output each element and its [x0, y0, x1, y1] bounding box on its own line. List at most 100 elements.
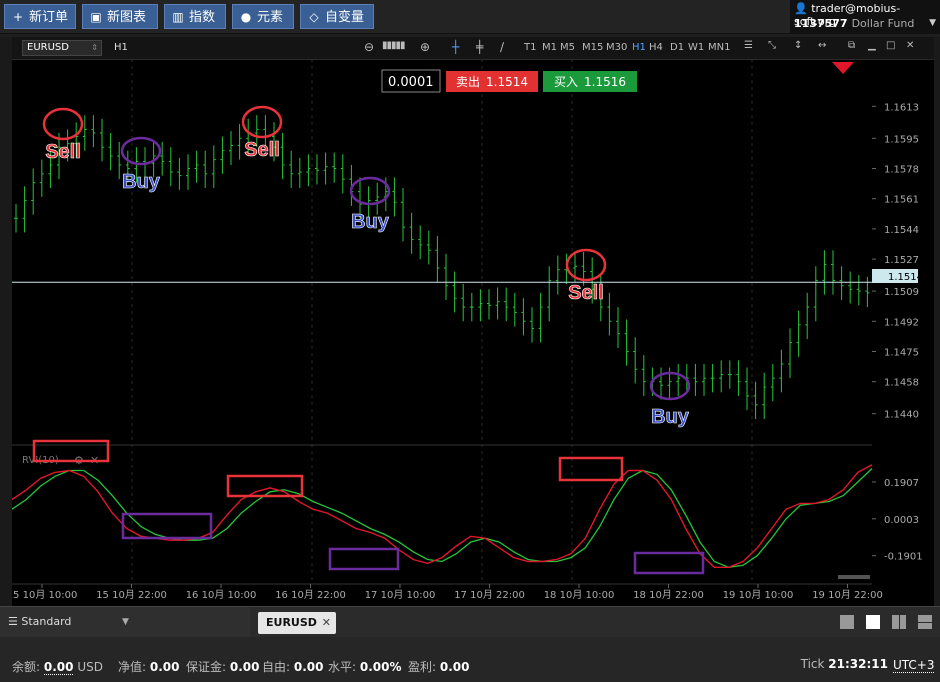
price-bar [91, 115, 96, 148]
price-bar [796, 310, 801, 357]
price-bar [160, 141, 165, 176]
zoom-out-icon[interactable]: ⊖ [364, 40, 374, 54]
timeframe-m5[interactable]: M5 [560, 42, 575, 53]
close-icon[interactable]: ✕ [906, 40, 914, 51]
zoom-slider[interactable]: ▮▮▮▮▮ [382, 40, 405, 51]
account-panel[interactable]: 👤 trader@mobius-soft.org 1137577 Dollar F… [790, 0, 940, 33]
price-bar [504, 287, 509, 322]
minimize-icon[interactable]: ▁ [868, 40, 876, 51]
price-bar [452, 271, 457, 313]
timezone-select[interactable]: UTC+3 [893, 658, 935, 673]
price-bar [332, 152, 337, 183]
lot-value: 0.0001 [388, 75, 434, 90]
price-bar [710, 363, 715, 393]
y-tick-label: 1.1527 [884, 255, 919, 266]
variables-button[interactable]: ◇ 自变量 [300, 4, 374, 29]
price-bar [512, 292, 517, 327]
price-bar [280, 132, 285, 180]
y-tick-label: 1.1509 [884, 287, 919, 298]
tab-eurusd[interactable]: EURUSD ✕ [258, 612, 336, 634]
timeframe-m15[interactable]: M15 [582, 42, 603, 53]
indicator-list-icon[interactable]: ☰ [744, 40, 753, 51]
y-tick-label: 1.1544 [884, 225, 919, 236]
timeframe-w1[interactable]: W1 [688, 42, 704, 53]
price-bar [831, 250, 835, 295]
close-tab-icon[interactable]: ✕ [322, 612, 331, 634]
timeframe-t1[interactable]: T1 [524, 42, 536, 53]
x-tick-label: 15 10月 10:00 [12, 589, 77, 601]
rvi-main-line [12, 464, 873, 568]
price-bar [177, 157, 182, 190]
sell-circle [565, 248, 607, 282]
price-chart[interactable]: 1.1613 1.1595 1.1578 1.1561 1.1544 1.1527 1.15… [12, 59, 934, 606]
timeframe-h1[interactable]: H1 [632, 42, 646, 53]
line-type-icon[interactable]: ∕ [500, 40, 504, 54]
x-tick-label: 18 10月 10:00 [544, 589, 615, 601]
price-bar [788, 328, 792, 379]
left-panel-edge[interactable] [0, 37, 12, 606]
buy-zone-box [633, 551, 705, 575]
price-bar [495, 287, 500, 320]
layout-vertical-icon[interactable] [892, 615, 906, 629]
sell-label: Sell [244, 139, 280, 161]
price-bar [108, 132, 113, 171]
sell-button[interactable]: 卖出 1.1514 [446, 71, 538, 92]
layout-single-icon[interactable] [840, 615, 854, 629]
price-bar [297, 157, 302, 189]
y-tick-label: 1.1458 [884, 378, 919, 389]
zoom-in-icon[interactable]: ⊕ [420, 40, 430, 54]
vertical-line-icon[interactable]: ↕ [794, 40, 802, 51]
sell-zone-box [226, 474, 304, 498]
chevron-down-icon[interactable]: ▼ [929, 18, 936, 28]
template-select[interactable]: ☰ Standard ▼ [0, 607, 250, 637]
price-bar [813, 266, 818, 322]
timeframe-h4[interactable]: H4 [649, 42, 663, 53]
price-bar [39, 159, 44, 197]
rvi-tick-label: 0.0003 [884, 515, 919, 526]
layout-grid-icon[interactable] [866, 615, 880, 629]
y-tick-label: 1.1613 [884, 102, 919, 113]
price-bar [426, 230, 431, 265]
new-order-button[interactable]: + 新订单 [4, 4, 76, 29]
price-bar [444, 253, 448, 300]
price-bar [547, 266, 552, 322]
buy-button[interactable]: 买入 1.1516 [543, 71, 637, 92]
layout-horizontal-icon[interactable] [918, 615, 932, 629]
user-icon: 👤 [794, 2, 808, 15]
chart-toolbar: EURUSD ⇕ H1 ⊖ ▮▮▮▮▮ ⊕ ┼ ╪ ∕ T1 M1 M5 M15 M30 H… [12, 37, 934, 60]
price-bar [487, 289, 491, 320]
price-bar [530, 307, 534, 343]
x-tick-label: 16 10月 10:00 [186, 589, 257, 601]
svg-text:买入: 买入 [554, 75, 578, 89]
chart-period: H1 [114, 42, 128, 53]
right-panel-edge[interactable] [934, 37, 940, 606]
price-bar [220, 136, 225, 174]
price-bar [186, 154, 190, 190]
popout-icon[interactable]: ⧉ [848, 40, 855, 51]
price-bar [607, 292, 612, 336]
horizontal-line-icon[interactable]: ↔ [818, 40, 826, 51]
timeframe-mn1[interactable]: MN1 [708, 42, 730, 53]
price-bar [676, 363, 681, 396]
x-tick-label: 17 10月 10:00 [365, 589, 436, 601]
timeframe-m30[interactable]: M30 [606, 42, 627, 53]
alert-marker-icon [832, 62, 854, 74]
new-chart-button[interactable]: ▣ 新图表 [82, 4, 158, 29]
crosshair-icon[interactable]: ⤡ [768, 40, 776, 51]
h-scrollbar[interactable] [838, 575, 870, 579]
elements-button[interactable]: ● 元素 [232, 4, 294, 29]
timeframe-m1[interactable]: M1 [542, 42, 557, 53]
bar-type-icon[interactable]: ┼ [452, 40, 459, 54]
shapes-icon: ● [240, 10, 252, 24]
sell-zone-box [558, 456, 624, 482]
indicators-button[interactable]: ▥ 指数 [164, 4, 226, 29]
price-bar [203, 150, 208, 189]
price-bar [693, 363, 698, 396]
symbol-select[interactable]: EURUSD ⇕ [22, 40, 102, 56]
price-bar [375, 182, 380, 215]
balance-value[interactable]: 0.00 [43, 660, 74, 675]
maximize-icon[interactable]: □ [886, 40, 895, 51]
candle-type-icon[interactable]: ╪ [476, 40, 483, 54]
price-bar [401, 188, 405, 242]
timeframe-d1[interactable]: D1 [670, 42, 684, 53]
